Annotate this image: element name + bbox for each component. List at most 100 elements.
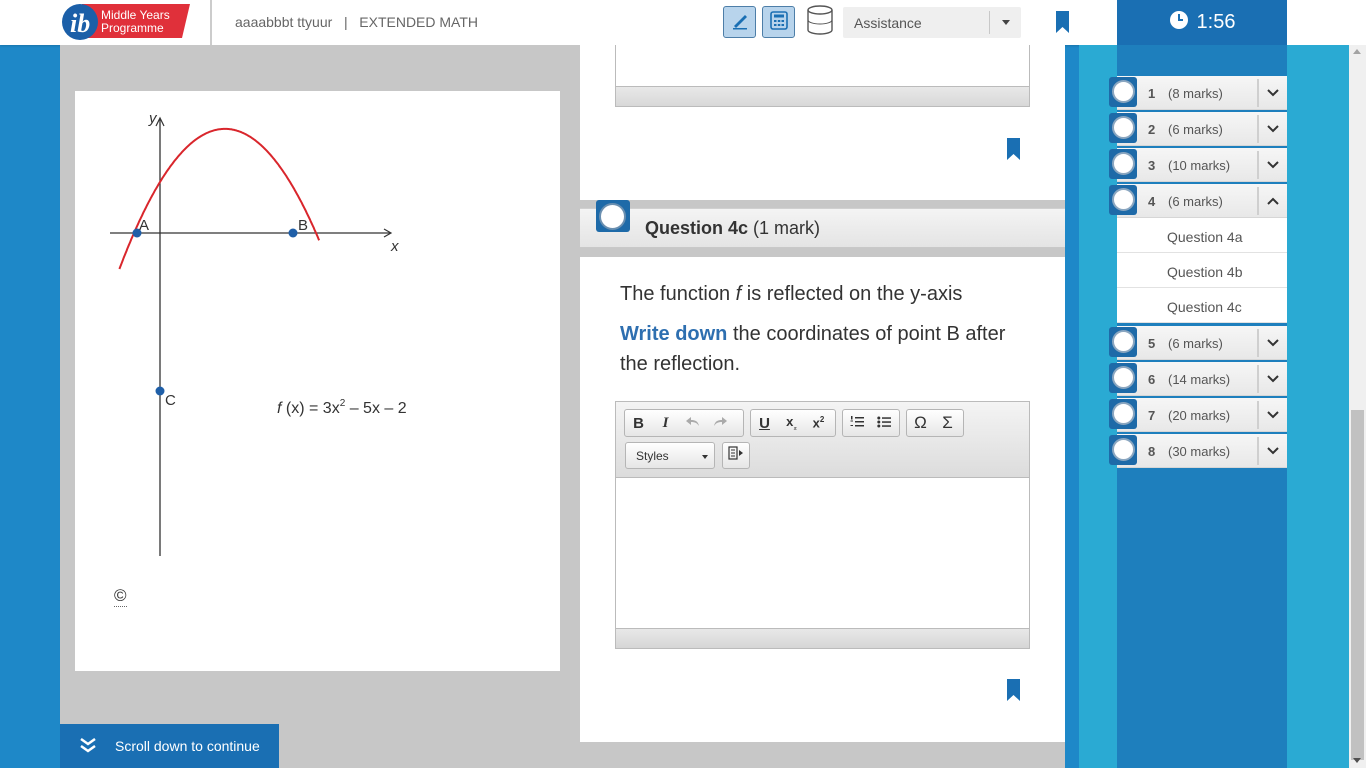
- nav-question-7[interactable]: 7 (20 marks): [1109, 398, 1287, 432]
- chevron-down-icon[interactable]: [1264, 370, 1282, 388]
- chevron-down-icon[interactable]: [1264, 406, 1282, 424]
- nav-subquestion-1[interactable]: Question 4a: [1117, 218, 1287, 253]
- subscript-button[interactable]: x₂: [778, 410, 805, 436]
- point-b-label: B: [298, 217, 308, 234]
- chevron-down-icon[interactable]: [1264, 120, 1282, 138]
- nav-question-marks: (8 marks): [1168, 86, 1223, 101]
- flag-circle-icon[interactable]: [1109, 435, 1137, 465]
- numbered-list-icon: [850, 415, 864, 432]
- editor-toolbar: B I U x₂ x2 Ω Σ Styles: [616, 402, 1029, 478]
- redo-button[interactable]: [706, 410, 733, 436]
- editor-status-bar: [616, 628, 1029, 648]
- previous-answer-editor[interactable]: [615, 45, 1030, 107]
- question-flag-button[interactable]: [596, 200, 630, 232]
- nav-question-number: 4: [1148, 194, 1156, 209]
- source-button[interactable]: [722, 442, 750, 469]
- nav-question-marks: (20 marks): [1168, 408, 1231, 423]
- bold-button[interactable]: B: [625, 410, 652, 436]
- exam-title: aaaabbbt ttyuur | EXTENDED MATH: [235, 14, 479, 30]
- flag-circle-icon[interactable]: [1109, 77, 1137, 107]
- nav-separator: [1257, 365, 1259, 393]
- flag-circle-icon[interactable]: [1109, 399, 1137, 429]
- flag-circle-icon[interactable]: [1109, 185, 1137, 215]
- nav-question-marks: (30 marks): [1168, 444, 1231, 459]
- nav-question-2[interactable]: 2 (6 marks): [1109, 112, 1287, 146]
- svg-text:ib: ib: [70, 9, 90, 38]
- nav-question-1[interactable]: 1 (8 marks): [1109, 76, 1287, 110]
- chevron-down-icon[interactable]: [1264, 84, 1282, 102]
- bulleted-list-button[interactable]: [870, 410, 897, 436]
- nav-question-number: 8: [1148, 444, 1156, 459]
- special-character-button[interactable]: Ω: [907, 410, 934, 436]
- bookmark-icon[interactable]: [1056, 11, 1069, 38]
- underline-button[interactable]: U: [751, 410, 778, 436]
- function-curve: [118, 127, 321, 270]
- numbered-list-button[interactable]: [843, 410, 870, 436]
- script-group: U x₂ x2: [750, 409, 836, 437]
- nav-question-number: 3: [1148, 158, 1156, 173]
- nav-question-marks: (6 marks): [1168, 194, 1223, 209]
- nav-question-3[interactable]: 3 (10 marks): [1109, 148, 1287, 182]
- flag-circle-icon[interactable]: [1109, 327, 1137, 357]
- logo-line2: Programme: [101, 21, 164, 35]
- nav-question-8[interactable]: 8 (30 marks): [1109, 434, 1287, 468]
- logo-line1: Middle Years: [101, 8, 170, 22]
- function-label-rest: (x) = 3x: [281, 400, 339, 417]
- calculator-button[interactable]: [762, 6, 795, 38]
- question-text: The function f is reflected on the y-axi…: [620, 279, 1020, 389]
- double-chevron-down-icon: [80, 738, 96, 753]
- scroll-down-hint[interactable]: Scroll down to continue: [60, 724, 279, 768]
- flag-circle-icon[interactable]: [1109, 149, 1137, 179]
- highlighter-tool-button[interactable]: [723, 6, 756, 38]
- question-title: Question 4c (1 mark): [645, 218, 820, 239]
- pen-icon: [730, 10, 750, 35]
- text-segment: The function: [620, 283, 736, 305]
- superscript-button[interactable]: x2: [805, 410, 832, 436]
- nav-question-4[interactable]: 4 (6 marks): [1109, 184, 1287, 218]
- assistance-dropdown[interactable]: Assistance: [843, 7, 1021, 38]
- answer-editor[interactable]: B I U x₂ x2 Ω Σ Styles: [615, 401, 1030, 649]
- point-c-marker: [155, 386, 165, 396]
- flag-circle-icon[interactable]: [1109, 113, 1137, 143]
- scroll-up-icon[interactable]: [1353, 49, 1361, 54]
- nav-question-6[interactable]: 6 (14 marks): [1109, 362, 1287, 396]
- nav-subquestion-3[interactable]: Question 4c: [1117, 288, 1287, 323]
- nav-question-number: 6: [1148, 372, 1156, 387]
- question-text-line1: The function f is reflected on the y-axi…: [620, 279, 1020, 309]
- formula-booklet-button[interactable]: [803, 4, 836, 38]
- nav-question-marks: (10 marks): [1168, 158, 1231, 173]
- question-number: Question 4c: [645, 218, 749, 238]
- italic-button[interactable]: I: [652, 410, 679, 436]
- vertical-scrollbar[interactable]: [1349, 45, 1366, 768]
- flag-circle-icon[interactable]: [1109, 363, 1137, 393]
- redo-icon: [712, 415, 728, 432]
- undo-button[interactable]: [679, 410, 706, 436]
- nav-question-number: 7: [1148, 408, 1156, 423]
- point-b-marker: [288, 228, 298, 238]
- chevron-up-icon[interactable]: [1264, 192, 1282, 210]
- nav-subquestion-2[interactable]: Question 4b: [1117, 253, 1287, 288]
- equation-button[interactable]: Σ: [934, 410, 961, 436]
- bookmark-icon[interactable]: [1007, 679, 1020, 706]
- previous-editor-status-bar: [616, 86, 1029, 106]
- copyright-link[interactable]: ©: [114, 586, 127, 607]
- chevron-down-icon[interactable]: [1264, 334, 1282, 352]
- nav-question-5[interactable]: 5 (6 marks): [1109, 326, 1287, 360]
- scroll-hint-label: Scroll down to continue: [115, 738, 260, 754]
- nav-question-marks: (14 marks): [1168, 372, 1231, 387]
- scrollbar-thumb[interactable]: [1351, 410, 1364, 760]
- question-marks: (1 mark): [748, 218, 821, 238]
- list-group: [842, 409, 900, 437]
- bookmark-icon[interactable]: [1007, 138, 1020, 165]
- scroll-down-icon[interactable]: [1353, 758, 1361, 763]
- exam-timer: 1:56: [1117, 0, 1287, 45]
- nav-separator: [1257, 187, 1259, 215]
- text-segment: is reflected on the y-axis: [741, 283, 963, 305]
- assistance-separator: [989, 11, 990, 34]
- chevron-down-icon[interactable]: [1264, 156, 1282, 174]
- subscript-icon: x₂: [786, 414, 797, 432]
- nav-question-number: 1: [1148, 86, 1156, 101]
- quadratic-graph: y x A B C f (x) = 3x2 – 5x – 2: [110, 110, 407, 556]
- chevron-down-icon[interactable]: [1264, 442, 1282, 460]
- styles-dropdown[interactable]: Styles: [625, 442, 715, 469]
